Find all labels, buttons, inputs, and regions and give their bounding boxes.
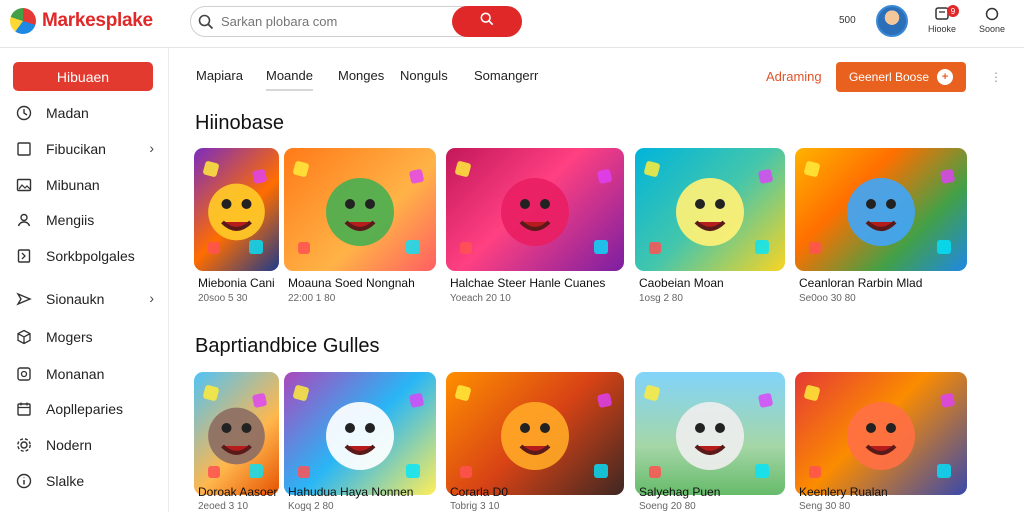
card-title[interactable]: Salyehag Puen: [639, 485, 720, 499]
more-icon[interactable]: ⋮: [990, 70, 1002, 84]
card-title[interactable]: Miebonia Cani: [198, 276, 275, 290]
plus-icon: +: [937, 69, 954, 85]
image-icon: [14, 176, 34, 194]
user-icon: [14, 211, 34, 229]
search-icon: [191, 7, 221, 36]
sidebar-item-label: Sionaukn: [46, 291, 105, 307]
clock-icon: [14, 104, 34, 122]
card-meta: 22:00 1 80: [288, 293, 336, 304]
game-thumbnail[interactable]: [194, 372, 279, 495]
sidebar-item-label: Mibunan: [46, 177, 100, 193]
send-icon: [14, 290, 34, 308]
card-title[interactable]: Corarla D0: [450, 485, 508, 499]
sidebar: Hibuaen Madan Fibucikan › Mibunan Mengiis Sor…: [0, 48, 168, 512]
game-thumbnail[interactable]: [446, 372, 624, 495]
logo-text: Markesplake: [42, 10, 153, 31]
sidebar-item[interactable]: Mibunan: [14, 174, 164, 196]
logo[interactable]: Markesplake: [10, 8, 153, 34]
tab-moande[interactable]: Moande: [266, 68, 313, 91]
sidebar-item-label: Fibucikan: [46, 141, 106, 157]
settings-button[interactable]: Soone: [974, 6, 1010, 34]
game-thumbnail[interactable]: [446, 148, 624, 271]
search-icon: [480, 12, 494, 31]
section-title: Baprtiandbice Gulles: [195, 335, 380, 357]
card-meta: Tobrig 3 10: [450, 501, 500, 512]
sidebar-item-label: Nodern: [46, 437, 92, 453]
accent-link[interactable]: Adraming: [766, 69, 822, 84]
card-meta: Soeng 20 80: [639, 501, 696, 512]
card-meta: 20soo 5 30: [198, 293, 248, 304]
sidebar-item[interactable]: Madan: [14, 102, 164, 124]
cta-button[interactable]: Geenerl Boose +: [836, 62, 966, 92]
sidebar-item-label: Madan: [46, 105, 89, 121]
notification-badge: 9: [947, 5, 959, 17]
chevron-right-icon: ›: [149, 140, 154, 156]
game-thumbnail[interactable]: [795, 372, 967, 495]
notifications-label: Hiooke: [927, 24, 956, 34]
sidebar-item-label: Mengiis: [46, 212, 95, 228]
sidebar-item-label: Slalke: [46, 473, 85, 489]
game-thumbnail[interactable]: [284, 148, 436, 271]
sidebar-item[interactable]: Fibucikan ›: [14, 138, 164, 160]
settings-label: Soone: [978, 24, 1006, 34]
sidebar-primary-button[interactable]: Hibuaen: [13, 62, 153, 91]
chevron-right-icon: ›: [149, 290, 154, 306]
card-meta: Seng 30 80: [799, 501, 851, 512]
sidebar-item[interactable]: Slalke: [14, 470, 164, 492]
settings-icon: [985, 7, 999, 21]
card-title[interactable]: Hahudua Haya Nonnen: [288, 485, 413, 499]
tab-mapiara[interactable]: Mapiara: [196, 68, 243, 83]
tab-monges[interactable]: Monges: [338, 68, 384, 83]
cube-icon: [14, 328, 34, 346]
search-bar: [190, 6, 522, 37]
game-thumbnail[interactable]: [635, 372, 785, 495]
search-button[interactable]: [452, 6, 522, 37]
game-thumbnail[interactable]: [194, 148, 279, 271]
card-title[interactable]: Halchae Steer Hanle Cuanes: [450, 276, 605, 290]
card-meta: Yoeach 20 10: [450, 293, 511, 304]
card-meta: 2eoed 3 10: [198, 501, 249, 512]
game-thumbnail[interactable]: [795, 148, 967, 271]
card-title[interactable]: Keenlery Rualan: [799, 485, 888, 499]
counter-text: 500: [839, 15, 856, 26]
avatar[interactable]: [876, 5, 908, 37]
cta-label: Geenerl Boose: [848, 70, 930, 84]
game-thumbnail[interactable]: [635, 148, 785, 271]
sidebar-item-label: Monanan: [46, 366, 105, 382]
divider: [168, 48, 169, 512]
sidebar-item[interactable]: Mogers: [14, 326, 164, 348]
game-thumbnail[interactable]: [284, 372, 436, 495]
card-meta: Kogq 2 80: [288, 501, 334, 512]
tab-nonguls[interactable]: Nonguls: [400, 68, 448, 83]
info-icon: [14, 472, 34, 490]
tab-somangerr[interactable]: Somangerr: [474, 68, 538, 83]
section-title: Hiinobase: [195, 112, 284, 134]
sidebar-item[interactable]: Monanan: [14, 363, 164, 385]
card-title[interactable]: Doroak Aasoer: [198, 485, 277, 499]
sidebar-item-label: Mogers: [46, 329, 93, 345]
sidebar-item[interactable]: Mengiis: [14, 209, 164, 231]
sidebar-item[interactable]: Nodern: [14, 434, 164, 456]
phone-icon: [14, 365, 34, 383]
settings-icon: [14, 436, 34, 454]
card-meta: Se0oo 30 80: [799, 293, 856, 304]
card-title[interactable]: Ceanloran Rarbin Mlad: [799, 276, 922, 290]
bookmark-icon: [14, 247, 34, 265]
sidebar-item-label: Aoplleparies: [46, 401, 124, 417]
sidebar-item[interactable]: Sionaukn ›: [14, 288, 164, 310]
logo-icon: [10, 8, 36, 34]
calendar-icon: [14, 400, 34, 418]
card-meta: 1osg 2 80: [639, 293, 683, 304]
square-icon: [14, 140, 34, 158]
search-input[interactable]: [221, 14, 452, 29]
sidebar-item-label: Sorkbpolgales: [46, 248, 135, 264]
sidebar-item[interactable]: Aoplleparies: [14, 398, 164, 420]
sidebar-item[interactable]: Sorkbpolgales: [14, 245, 164, 267]
card-title[interactable]: Moauna Soed Nongnah: [288, 276, 415, 290]
top-bar: Markesplake 500 Hiooke 9 Soone: [0, 0, 1024, 46]
card-title[interactable]: Caobeian Moan: [639, 276, 724, 290]
